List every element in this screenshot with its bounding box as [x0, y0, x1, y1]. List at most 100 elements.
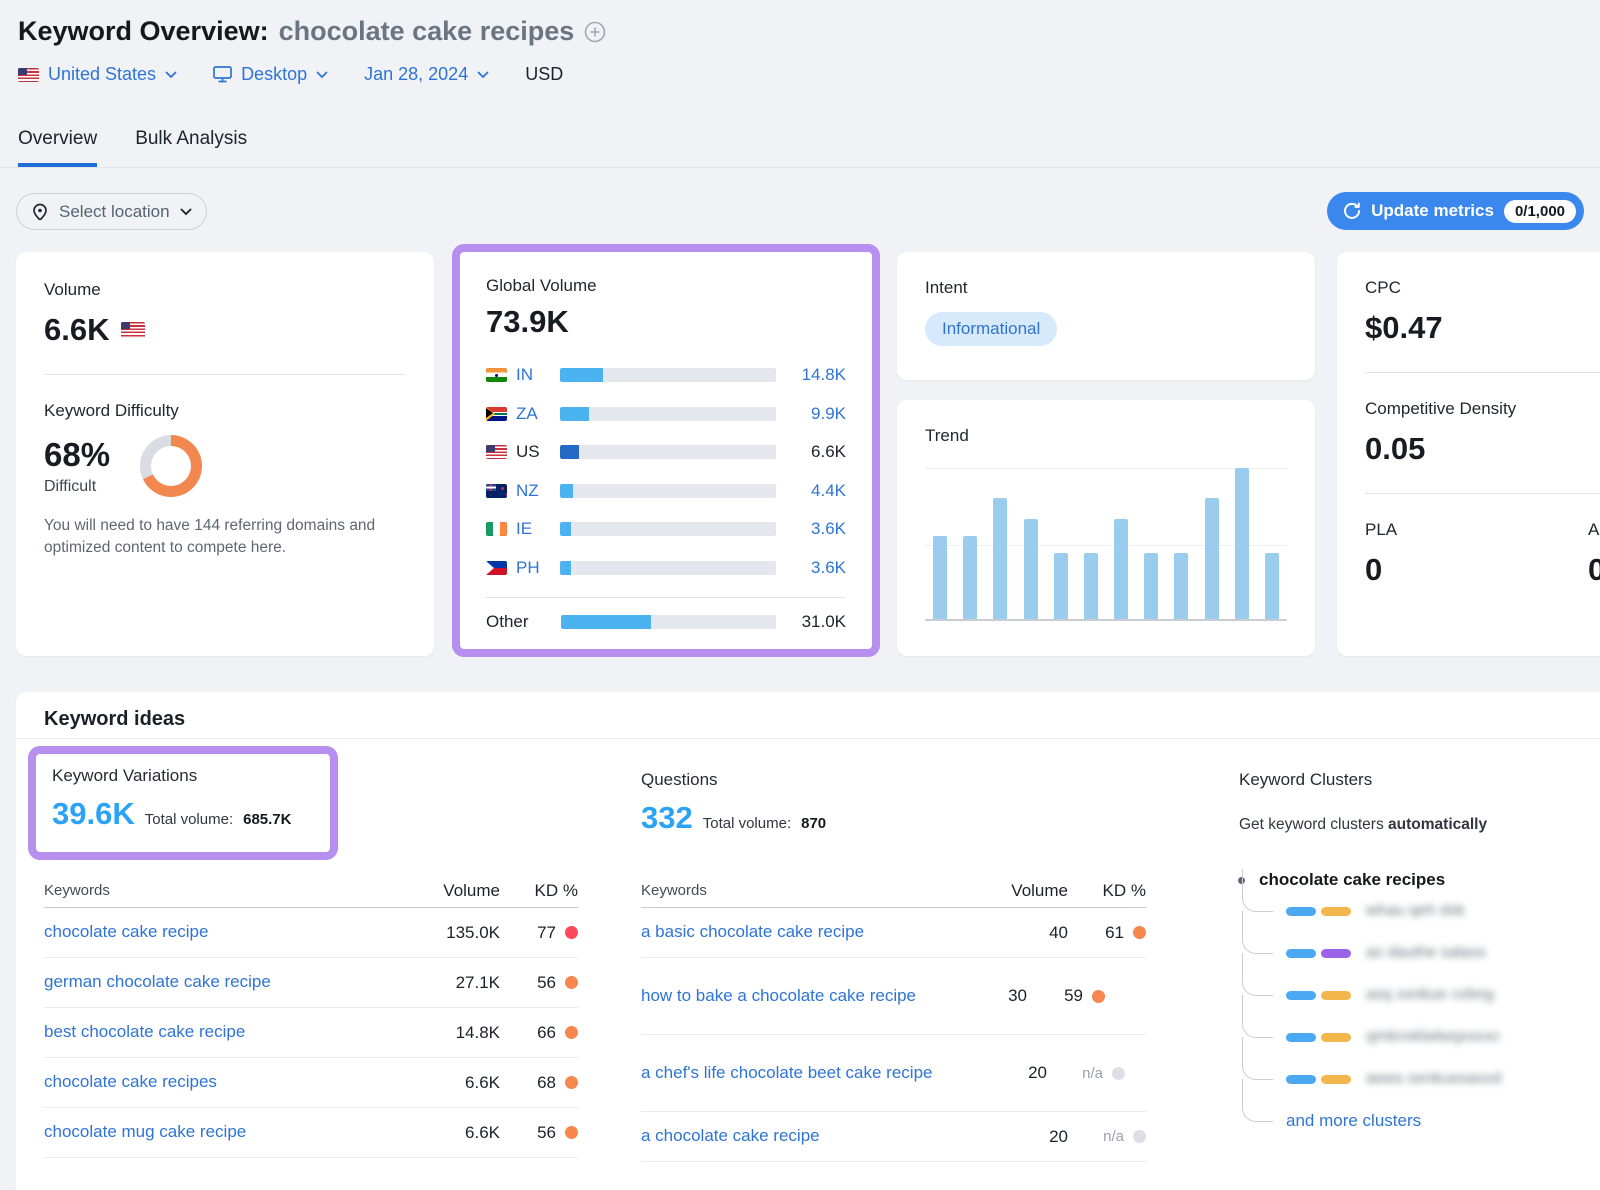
col-volume: Volume — [414, 881, 500, 901]
trend-chart — [925, 468, 1287, 621]
pla-label: PLA — [1365, 520, 1600, 540]
filter-row: United States Desktop Jan 28, 2024 USD — [18, 64, 563, 85]
country-row: IE 3.6K — [486, 510, 846, 549]
za-flag-icon — [486, 407, 507, 421]
kd-value: 66 — [537, 1023, 556, 1043]
country-volume-value[interactable]: 3.6K — [786, 519, 846, 539]
kd-value: 61 — [1105, 923, 1124, 943]
ads-value: 0 — [1588, 552, 1600, 588]
add-keyword-icon[interactable] — [584, 21, 606, 43]
keyword-link[interactable]: chocolate cake recipe — [44, 922, 208, 941]
table-row: best chocolate cake recipe 14.8K 66 — [44, 1008, 578, 1058]
pla-ads-row: PLA 0 Ads 0 — [1365, 520, 1600, 588]
trend-card: Trend — [897, 400, 1315, 656]
keyword-link[interactable]: chocolate cake recipes — [44, 1072, 217, 1091]
keyword-volume: 135.0K — [414, 923, 500, 943]
location-dropdown[interactable]: United States — [18, 64, 177, 85]
keyword-volume: 6.6K — [414, 1073, 500, 1093]
update-metrics-button[interactable]: Update metrics 0/1,000 — [1327, 192, 1584, 230]
chevron-down-icon — [316, 71, 328, 79]
competitive-density-label: Competitive Density — [1365, 399, 1600, 419]
keyword-link[interactable]: a chef's life chocolate beet cake recipe — [641, 1063, 932, 1082]
intent-badge[interactable]: Informational — [925, 312, 1057, 346]
select-location-label: Select location — [59, 202, 170, 222]
country-volume-value[interactable]: 3.6K — [786, 558, 846, 578]
keyword-link[interactable]: best chocolate cake recipe — [44, 1022, 245, 1041]
cluster-blurred-text: as dauthe salasx — [1366, 944, 1486, 962]
table-row: german chocolate cake recipe 27.1K 56 — [44, 958, 578, 1008]
other-countries-row: Other 31.0K — [486, 597, 846, 636]
kd-dot — [1133, 926, 1146, 939]
variations-table: Keywords Volume KD % chocolate cake reci… — [44, 874, 578, 1158]
divider — [44, 374, 406, 375]
us-flag-icon — [121, 322, 145, 338]
cluster-root: chocolate cake recipes — [1239, 870, 1599, 890]
col-keywords: Keywords — [641, 882, 982, 899]
intent-card: Intent Informational — [897, 252, 1315, 380]
page-title-keyword: chocolate cake recipes — [279, 16, 575, 47]
keyword-ideas-section: Keyword ideas Keyword Variations 39.6K T… — [16, 692, 1600, 1190]
kd-dot — [565, 976, 578, 989]
cluster-bars-icon — [1286, 949, 1351, 958]
trend-bar — [1205, 498, 1219, 619]
kd-dot — [1112, 1067, 1125, 1080]
keyword-link[interactable]: chocolate mug cake recipe — [44, 1122, 246, 1141]
keyword-link[interactable]: how to bake a chocolate cake recipe — [641, 986, 916, 1005]
location-dropdown-label: United States — [48, 64, 156, 85]
difficulty-level: Difficult — [44, 478, 110, 496]
keyword-ideas-title: Keyword ideas — [44, 708, 185, 731]
trend-label: Trend — [925, 426, 1287, 446]
keyword-clusters-block: Keyword Clusters Get keyword clusters au… — [1239, 770, 1599, 1142]
global-volume-value: 73.9K — [486, 304, 846, 340]
kd-value: 68 — [537, 1073, 556, 1093]
country-volume-value[interactable]: 14.8K — [786, 365, 846, 385]
trend-bar — [1024, 519, 1038, 619]
cluster-item: asq xsnkue cxbng — [1240, 974, 1599, 1016]
questions-block: Questions 332 Total volume: 870 — [641, 770, 826, 836]
variations-label: Keyword Variations — [52, 766, 314, 786]
difficulty-donut-chart — [140, 435, 202, 497]
trend-bar — [1265, 553, 1279, 619]
kd-value: 56 — [537, 973, 556, 993]
tab-bulk-analysis[interactable]: Bulk Analysis — [135, 128, 247, 167]
country-code-link[interactable]: PH — [516, 558, 558, 578]
device-dropdown[interactable]: Desktop — [213, 64, 328, 85]
pla-value: 0 — [1365, 552, 1600, 588]
select-location-button[interactable]: Select location — [16, 193, 207, 230]
keyword-link[interactable]: german chocolate cake recipe — [44, 972, 271, 991]
difficulty-percent: 68% — [44, 436, 110, 474]
cluster-blurred-text: asq xsnkue cxbng — [1366, 986, 1494, 1004]
clusters-subtitle: Get keyword clusters automatically — [1239, 816, 1599, 834]
kd-dot — [565, 1026, 578, 1039]
cluster-blurred-text: aews senkuesaxxd — [1366, 1070, 1501, 1088]
chevron-down-icon — [165, 71, 177, 79]
keyword-link[interactable]: a basic chocolate cake recipe — [641, 922, 864, 941]
questions-table: Keywords Volume KD % a basic chocolate c… — [641, 874, 1146, 1162]
questions-total-value: 870 — [801, 815, 826, 832]
cpc-value: $0.47 — [1365, 310, 1600, 346]
country-code-link[interactable]: NZ — [516, 481, 558, 501]
country-volume-bar — [560, 484, 776, 498]
kd-dot — [565, 1126, 578, 1139]
country-code-link[interactable]: ZA — [516, 404, 558, 424]
nz-flag-icon — [486, 484, 507, 498]
keyword-link[interactable]: a chocolate cake recipe — [641, 1126, 820, 1145]
tab-overview[interactable]: Overview — [18, 128, 97, 167]
date-dropdown[interactable]: Jan 28, 2024 — [364, 64, 489, 85]
us-flag-icon — [18, 68, 39, 82]
tabs: Overview Bulk Analysis — [18, 128, 247, 167]
clusters-subtitle-text: Get keyword clusters — [1239, 816, 1388, 833]
country-volume-value[interactable]: 4.4K — [786, 481, 846, 501]
variations-total-label: Total volume: — [145, 811, 233, 828]
cpc-card: CPC $0.47 Competitive Density 0.05 PLA 0… — [1337, 252, 1600, 656]
trend-bar — [1114, 519, 1128, 619]
desktop-icon — [213, 66, 232, 83]
page-title: Keyword Overview: chocolate cake recipes — [18, 16, 606, 47]
country-code-link[interactable]: IE — [516, 519, 558, 539]
trend-bar — [1054, 553, 1068, 619]
refresh-icon — [1343, 202, 1361, 220]
country-volume-value[interactable]: 9.9K — [786, 404, 846, 424]
more-clusters-link[interactable]: and more clusters — [1286, 1111, 1421, 1131]
country-code-link[interactable]: IN — [516, 365, 558, 385]
country-volume-bar — [560, 522, 776, 536]
